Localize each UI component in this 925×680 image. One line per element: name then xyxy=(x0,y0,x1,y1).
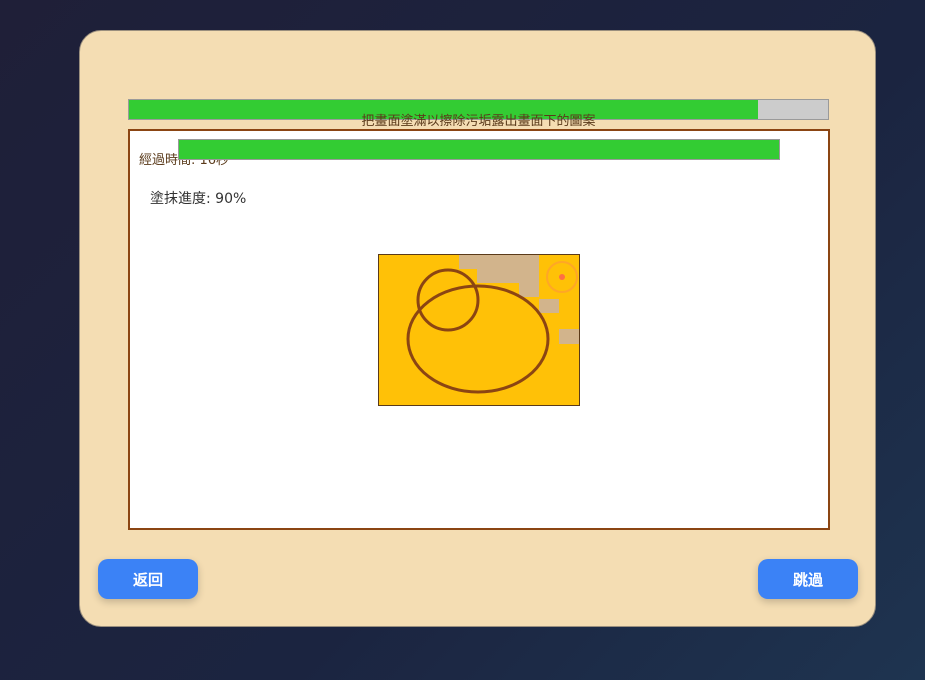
painting-dialog: 把畫面塗滿以擦除污垢露出畫面下的圖案 經過時間: 16秒 塗抹進度: 90% 返… xyxy=(79,30,876,627)
instruction-text: 把畫面塗滿以擦除污垢露出畫面下的圖案 xyxy=(361,114,596,126)
painting-canvas-panel: 經過時間: 16秒 塗抹進度: 90% xyxy=(128,129,830,530)
skip-button[interactable]: 跳過 xyxy=(758,559,858,599)
dirt-patch xyxy=(539,299,559,313)
back-button[interactable]: 返回 xyxy=(98,559,198,599)
paint-progress-label: 塗抹進度: 90% xyxy=(150,191,247,207)
dirt-patch xyxy=(559,329,579,344)
dirt-patch xyxy=(519,283,539,297)
dirt-patch xyxy=(459,255,539,269)
time-progress-fill xyxy=(179,140,779,159)
paint-canvas[interactable] xyxy=(378,254,580,406)
time-progress-bar xyxy=(178,139,780,160)
dirt-patch xyxy=(477,269,539,283)
